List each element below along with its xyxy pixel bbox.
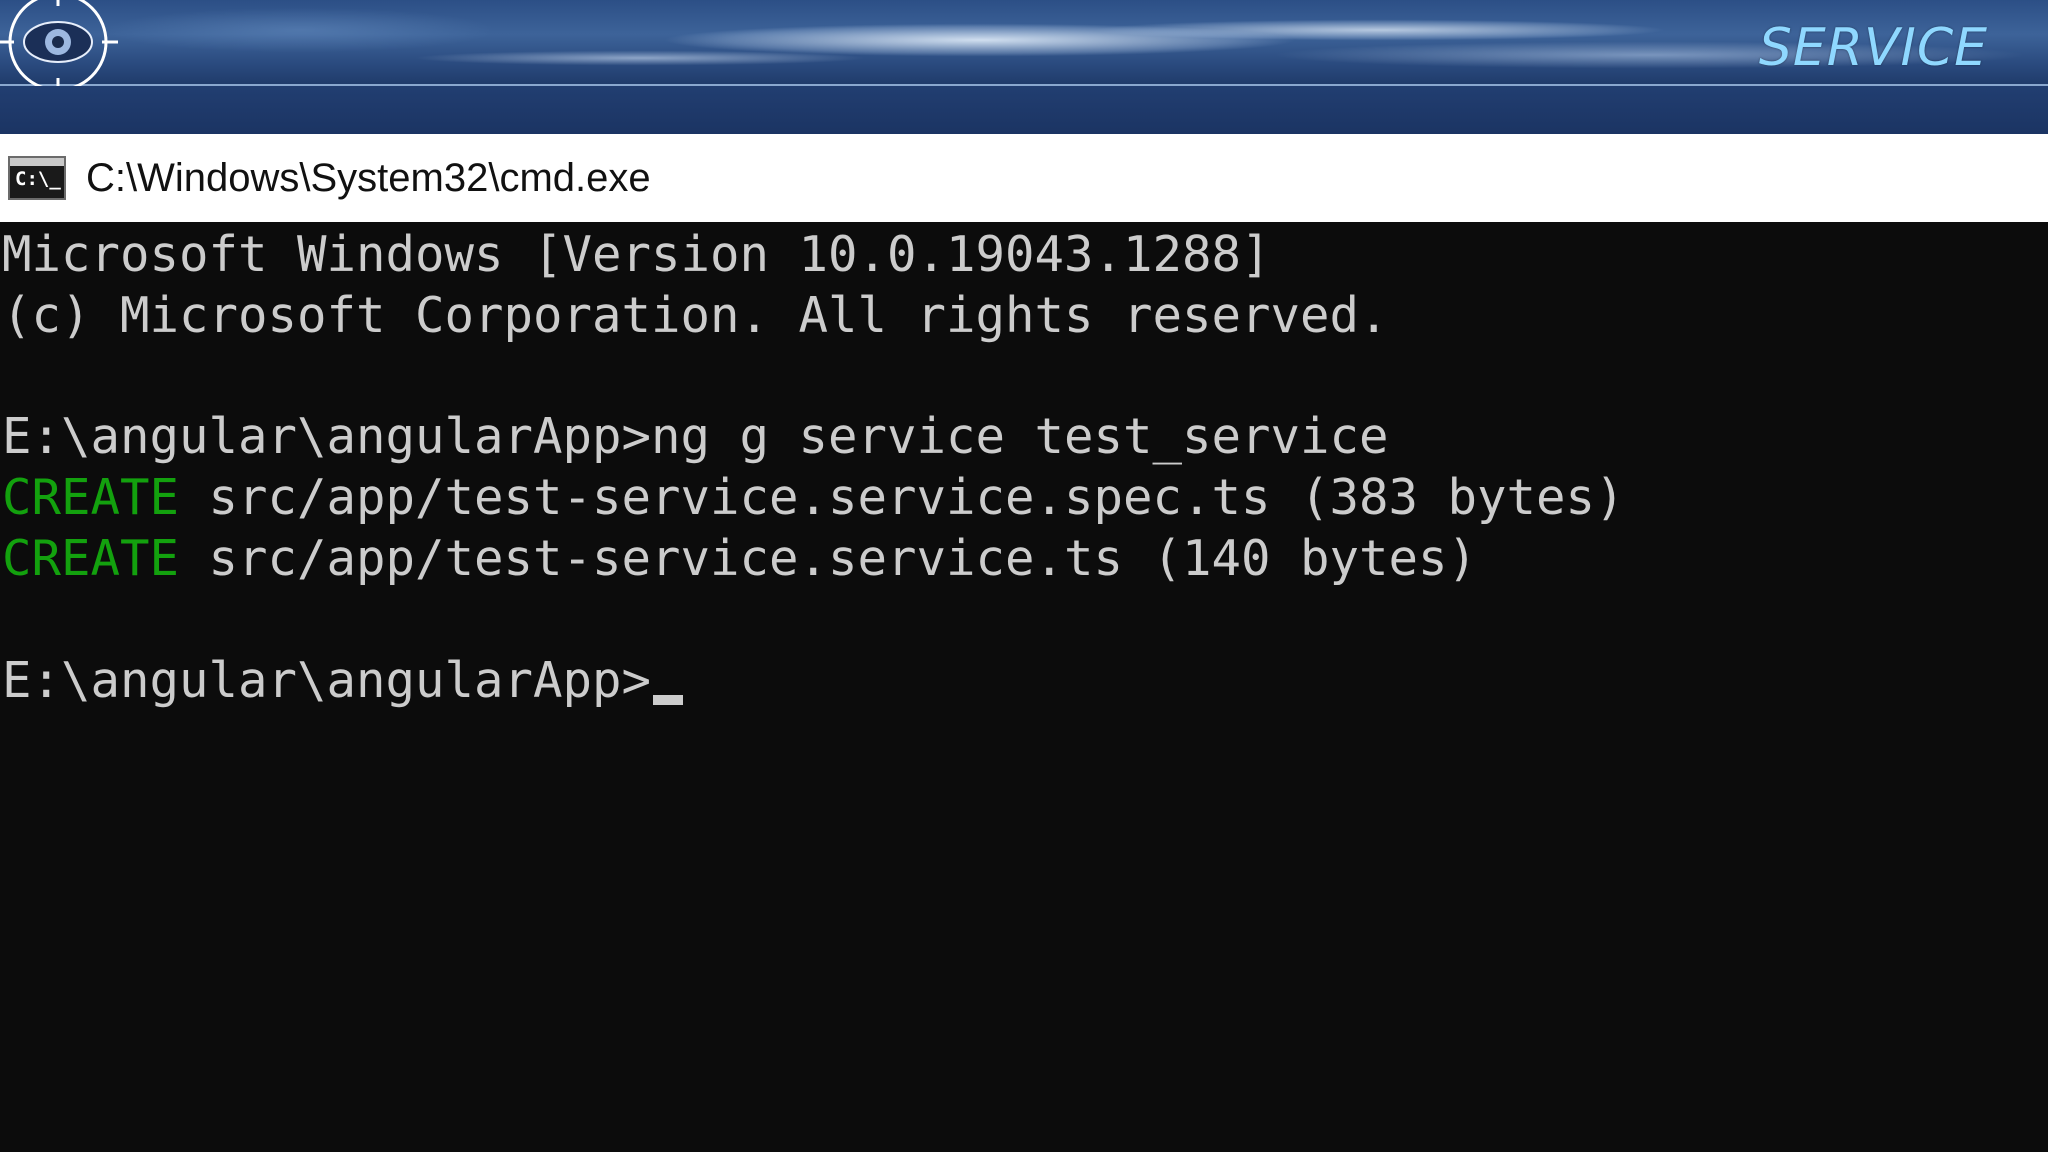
create-tag: CREATE [2, 530, 180, 587]
banner-swirl-background [0, 0, 2048, 86]
final-prompt: E:\angular\angularApp> [2, 652, 652, 709]
eye-target-icon [0, 0, 118, 86]
slide-banner: SERVICE [0, 0, 2048, 134]
console-version-line: Microsoft Windows [Version 10.0.19043.12… [2, 226, 1271, 283]
window-title: C:\Windows\System32\cmd.exe [86, 156, 651, 200]
text-cursor [653, 695, 684, 705]
console-output-line: CREATE src/app/test-service.service.ts (… [2, 534, 1477, 583]
command-prompt: E:\angular\angularApp> [2, 408, 652, 465]
console-output-line: CREATE src/app/test-service.service.spec… [2, 473, 1625, 522]
console-output[interactable]: Microsoft Windows [Version 10.0.19043.12… [0, 222, 2048, 1152]
console-copyright-line: (c) Microsoft Corporation. All rights re… [2, 287, 1389, 344]
slide-title: SERVICE [1758, 18, 1988, 78]
window-titlebar[interactable]: C:\_ C:\Windows\System32\cmd.exe [0, 134, 2048, 222]
banner-divider [0, 84, 2048, 86]
slide: SERVICE C:\_ C:\Windows\System32\cmd.exe… [0, 0, 2048, 1152]
console-command-line: E:\angular\angularApp>ng g service test_… [2, 412, 1389, 461]
command-text: ng g service test_service [651, 408, 1389, 465]
output-path: src/app/test-service.service.spec.ts (38… [179, 469, 1625, 526]
console-prompt-line[interactable]: E:\angular\angularApp> [2, 656, 684, 705]
cmd-icon[interactable]: C:\_ [8, 156, 66, 200]
cmd-icon-label: C:\_ [15, 168, 61, 190]
output-path: src/app/test-service.service.ts (140 byt… [179, 530, 1478, 587]
create-tag: CREATE [2, 469, 180, 526]
